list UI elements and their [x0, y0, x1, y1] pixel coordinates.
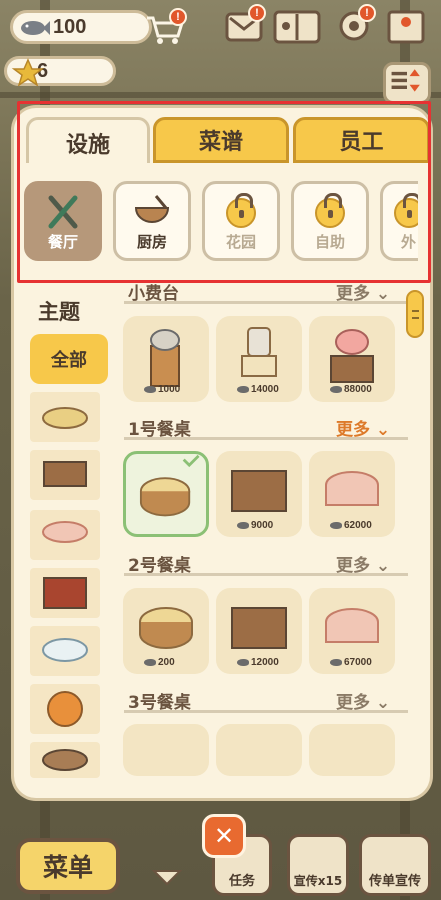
map-button[interactable]: [384, 6, 428, 46]
fish-icon: [144, 385, 156, 393]
fish-icon: [330, 385, 342, 393]
price-value: 62000: [344, 520, 372, 531]
item-price: 67000: [330, 657, 372, 668]
theme-item-stump[interactable]: [30, 392, 100, 442]
item-card[interactable]: [309, 724, 395, 776]
divider: [124, 710, 408, 713]
price-value: 9000: [251, 520, 274, 531]
flyer-label: 传单宣传: [368, 874, 421, 889]
promote-label: 宣传x15: [293, 874, 343, 888]
fish-icon: [237, 658, 249, 666]
fish-icon: [237, 521, 249, 529]
menu-button[interactable]: 菜单: [16, 838, 120, 894]
item-card-selected[interactable]: [123, 451, 209, 537]
star-currency[interactable]: 6: [4, 56, 116, 86]
fish-icon: [144, 658, 156, 666]
album-button[interactable]: [272, 6, 322, 46]
item-price: 62000: [330, 520, 372, 531]
alert-badge: !: [358, 4, 376, 22]
price-value: 1000: [158, 384, 181, 395]
stump-icon: [42, 407, 88, 429]
settings-button[interactable]: !: [332, 4, 376, 46]
fish-icon: [21, 21, 50, 35]
fish-currency[interactable]: 100: [10, 10, 152, 44]
close-button[interactable]: ✕: [202, 814, 246, 858]
red-table-icon: [43, 577, 87, 609]
alert-badge: !: [248, 4, 266, 22]
item-price: 200: [144, 657, 175, 668]
pumpkin-icon: [47, 691, 83, 727]
wooden-beam: [0, 92, 441, 98]
divider: [124, 573, 408, 576]
theme-item-checked-table[interactable]: [30, 510, 100, 560]
book-icon: [273, 10, 321, 44]
scrollbar-handle[interactable]: [406, 290, 424, 338]
task-label: 任务: [228, 874, 255, 889]
theme-item-red-table[interactable]: [30, 568, 100, 618]
stump-table-icon: [139, 454, 200, 517]
fish-icon: [330, 658, 342, 666]
item-price: 9000: [237, 520, 273, 531]
flyer-button[interactable]: 传单宣传: [359, 834, 431, 896]
fish-amount: 100: [53, 15, 87, 38]
blue-table-icon: [42, 638, 88, 662]
tablecloth-icon: [42, 521, 88, 543]
theme-item-wood-table[interactable]: [30, 450, 100, 500]
fish-icon: [237, 385, 249, 393]
mail-button[interactable]: !: [222, 4, 266, 46]
item-price: 88000: [330, 384, 372, 395]
item-card[interactable]: [123, 724, 209, 776]
price-value: 14000: [251, 384, 279, 395]
sort-icon: [391, 69, 420, 92]
alert-badge: !: [169, 8, 187, 26]
price-value: 200: [158, 657, 175, 668]
theme-item-round-table[interactable]: [30, 742, 100, 778]
table-icon: [43, 461, 87, 487]
map-icon: [387, 10, 425, 44]
theme-title: 主题: [38, 300, 80, 324]
price-value: 12000: [251, 657, 279, 668]
theme-all-button[interactable]: 全部: [30, 334, 108, 384]
theme-item-blue-table[interactable]: [30, 626, 100, 676]
divider: [124, 437, 408, 440]
fish-icon: [330, 521, 342, 529]
theme-item-pumpkin[interactable]: [30, 684, 100, 734]
item-card[interactable]: [216, 724, 302, 776]
item-price: 12000: [237, 657, 279, 668]
chevron-down-icon[interactable]: [152, 868, 182, 886]
item-price: 14000: [237, 384, 279, 395]
highlight-box: [17, 101, 431, 283]
divider: [124, 301, 408, 304]
item-price: 1000: [144, 384, 180, 395]
promote-button[interactable]: 宣传x15: [287, 834, 349, 896]
sort-button[interactable]: [383, 62, 431, 104]
round-table-icon: [42, 749, 88, 771]
price-value: 67000: [344, 657, 372, 668]
price-value: 88000: [344, 384, 372, 395]
shop-cart-button[interactable]: !: [143, 8, 187, 48]
star-icon: [11, 58, 45, 86]
